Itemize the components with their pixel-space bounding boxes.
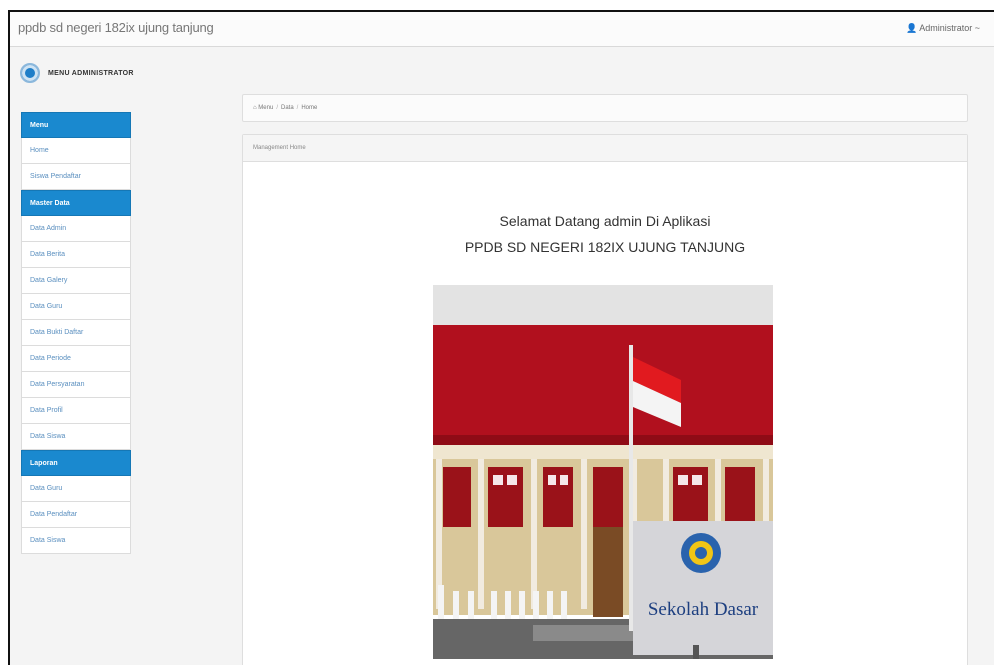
home-icon: ⌂ — [253, 105, 257, 111]
user-icon: 👤 — [906, 23, 918, 33]
sidebar-item[interactable]: Data Guru — [21, 294, 131, 320]
menu-administrator-label: MENU ADMINISTRATOR — [48, 69, 134, 77]
top-navbar: ppdb sd negeri 182ix ujung tanjung 👤 Admi… — [10, 12, 994, 47]
sidebar-item[interactable]: Home — [21, 138, 131, 164]
breadcrumb: ⌂ Menu / Data / Home — [242, 94, 968, 122]
roof-shape — [433, 325, 773, 443]
sidebar-section-header: Master Data — [21, 190, 131, 216]
sidebar-section-header: Menu — [21, 112, 131, 138]
flagpole — [629, 345, 633, 631]
sidebar-item[interactable]: Data Bukti Daftar — [21, 320, 131, 346]
panel-title: Management Home — [243, 135, 967, 162]
user-menu[interactable]: 👤 Administrator ~ — [906, 23, 980, 34]
sidebar-item[interactable]: Data Berita — [21, 242, 131, 268]
sidebar-item[interactable]: Data Galery — [21, 268, 131, 294]
breadcrumb-item[interactable]: Menu — [258, 105, 273, 111]
sidebar-item[interactable]: Data Siswa — [21, 528, 131, 554]
sidebar-item[interactable]: Data Profil — [21, 398, 131, 424]
logo-icon — [20, 63, 40, 83]
sidebar-item[interactable]: Data Periode — [21, 346, 131, 372]
browser-frame: ppdb sd negeri 182ix ujung tanjung 👤 Admi… — [8, 10, 994, 665]
sidebar-item[interactable]: Siswa Pendaftar — [21, 164, 131, 190]
app-title[interactable]: ppdb sd negeri 182ix ujung tanjung — [18, 20, 214, 35]
sidebar-menu: Menu Home Siswa Pendaftar Master Data Data A… — [21, 112, 131, 554]
sidebar-section-header: Laporan — [21, 450, 131, 476]
sidebar-item[interactable]: Data Siswa — [21, 424, 131, 450]
user-name: Administrator ~ — [919, 23, 980, 33]
sidebar-item[interactable]: Data Admin — [21, 216, 131, 242]
sidebar-item[interactable]: Data Guru — [21, 476, 131, 502]
welcome-line-1: Selamat Datang admin Di Aplikasi — [499, 213, 711, 229]
main-panel: Management Home Selamat Datang admin Di … — [242, 134, 968, 665]
breadcrumb-item[interactable]: Data — [281, 105, 294, 111]
welcome-line-2: PPDB SD NEGERI 182IX UJUNG TANJUNG — [464, 239, 746, 255]
breadcrumb-item: Home — [301, 105, 318, 111]
school-illustration: Sekolah Dasar — [433, 285, 773, 659]
sign-text: Sekolah Dasar — [648, 599, 759, 620]
sidebar-brand: MENU ADMINISTRATOR — [20, 63, 134, 83]
sidebar-item[interactable]: Data Pendaftar — [21, 502, 131, 528]
sidebar-item[interactable]: Data Persyaratan — [21, 372, 131, 398]
